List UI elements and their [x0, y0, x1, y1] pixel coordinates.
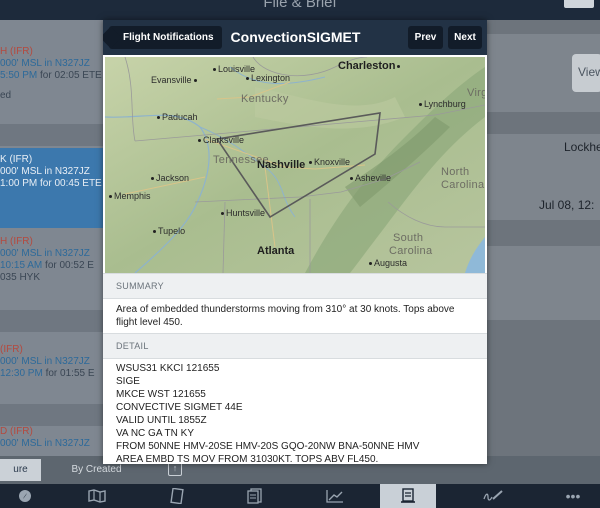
back-button[interactable]: Flight Notifications [109, 26, 222, 49]
compass-icon[interactable] [0, 484, 50, 508]
list-item-selected[interactable]: K (IFR) 000' MSL in N327JZ 1:00 PM for 0… [0, 148, 103, 228]
city-label: Atlanta [257, 245, 295, 257]
city-label: Tupelo [153, 226, 185, 236]
documents-icon[interactable] [230, 484, 280, 508]
city-label: Charleston [338, 60, 402, 72]
file-brief-icon[interactable] [380, 484, 436, 508]
logbook-icon[interactable] [468, 484, 518, 508]
aircraft-name: Lockhe [564, 140, 600, 154]
detail-pane: View Lockhe Jul 08, 12: [487, 20, 600, 456]
state-label: Carolina [389, 245, 433, 257]
chart-icon[interactable] [310, 484, 360, 508]
city-label: Memphis [109, 191, 151, 201]
more-icon[interactable]: ••• [548, 484, 598, 508]
list-item[interactable]: H (IFR) 000' MSL in N327JZ 5:50 PM for 0… [0, 46, 103, 102]
list-divider [0, 124, 103, 146]
city-label: Huntsville [221, 208, 265, 218]
list-divider [0, 310, 103, 332]
sigmet-modal: Flight Notifications ConvectionSIGMET Pr… [103, 20, 487, 464]
state-label: Virg [467, 87, 485, 99]
summary-text: Area of embedded thunderstorms moving fr… [116, 304, 455, 328]
state-label: Carolina [441, 179, 485, 191]
modal-header: Flight Notifications ConvectionSIGMET Pr… [103, 20, 487, 55]
city-label: Lynchburg [419, 99, 466, 109]
detail-label: DETAIL [103, 333, 487, 359]
list-divider [0, 404, 103, 426]
map-icon[interactable] [72, 484, 122, 508]
sigmet-map[interactable]: Kentucky Tennessee North Carolina South … [105, 57, 485, 273]
modal-title: ConvectionSIGMET [230, 29, 361, 45]
flight-date: Jul 08, 12: [539, 198, 595, 212]
state-label: South [393, 232, 424, 244]
city-label: Knoxville [309, 157, 350, 167]
view-button[interactable]: View [572, 54, 600, 92]
city-label: Clarksville [198, 135, 244, 145]
sort-segment-left[interactable]: ure [0, 459, 41, 481]
city-label: Jackson [151, 173, 189, 183]
city-label: Paducah [157, 112, 198, 122]
city-label: Evansville [151, 75, 199, 85]
next-button[interactable]: Next [448, 26, 482, 49]
list-item[interactable]: D (IFR) 000' MSL in N327JZ [0, 426, 103, 450]
state-label: North [441, 166, 470, 178]
header-button[interactable] [564, 0, 594, 8]
list-item[interactable]: (IFR) 000' MSL in N327JZ 12:30 PM for 01… [0, 344, 103, 380]
summary-label: SUMMARY [103, 273, 487, 299]
tab-bar: ••• [0, 484, 600, 508]
city-label: Nashville [257, 159, 306, 171]
city-label: Augusta [369, 258, 407, 268]
detail-text: WSUS31 KKCI 121655 SIGE MKCE WST 121655 … [116, 363, 420, 464]
city-label: Asheville [350, 173, 391, 183]
share-icon[interactable]: ↑ [168, 462, 182, 476]
state-label: Kentucky [241, 93, 289, 105]
prev-button[interactable]: Prev [408, 26, 443, 49]
app-title: File & Brief [263, 0, 337, 11]
list-item[interactable]: H (IFR) 000' MSL in N327JZ 10:15 AM for … [0, 236, 103, 284]
city-label: Lexington [246, 73, 290, 83]
app-header: File & Brief [0, 0, 600, 20]
plates-icon[interactable] [152, 484, 202, 508]
